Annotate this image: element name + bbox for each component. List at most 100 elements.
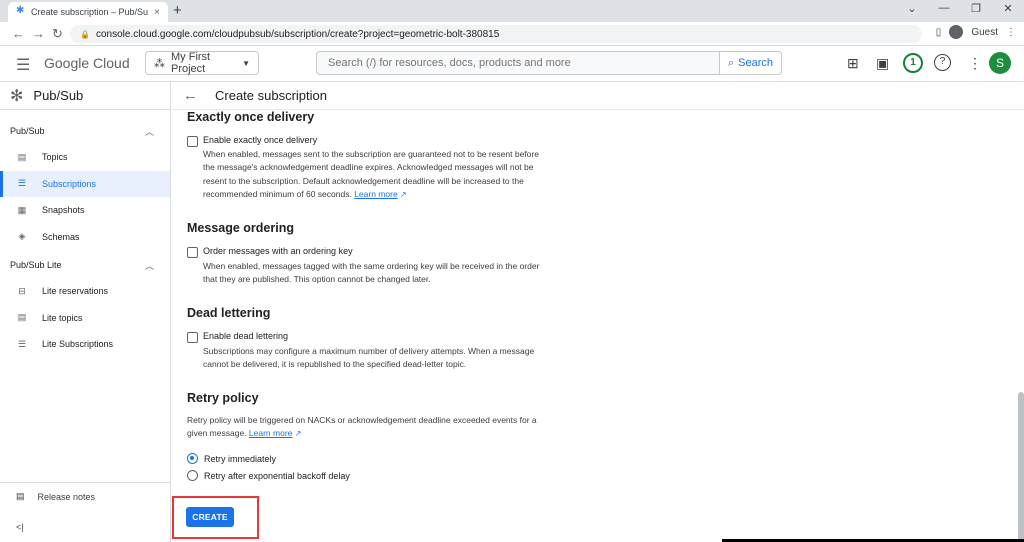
console-header: ☰ Google Cloud ⁂ My First Project ▼ ⌕ Se… <box>0 46 1024 82</box>
learn-more-link[interactable]: Learn more <box>249 428 292 438</box>
radio-label: Retry immediately <box>204 453 277 464</box>
exactly-once-checkbox[interactable] <box>187 136 198 147</box>
retry-immediately-radio[interactable] <box>187 453 198 464</box>
chrome-toolbar-right: ▯ Guest ⋮ <box>936 25 1016 39</box>
sidebar-item-lite-subscriptions[interactable]: ☰ Lite Subscriptions <box>0 331 170 358</box>
search-button[interactable]: ⌕ Search <box>720 51 782 75</box>
schema-icon: ◈ <box>18 231 26 242</box>
sidebar-item-label: Snapshots <box>42 205 85 216</box>
sidebar-item-schemas[interactable]: ◈ Schemas <box>0 224 170 251</box>
cloud-shell-icon[interactable]: ▣ <box>876 55 889 72</box>
list-icon: ☰ <box>17 178 27 189</box>
restore-icon[interactable]: ❐ <box>960 2 992 20</box>
window-controls: ⌄ — ❐ ✕ <box>896 2 1024 20</box>
sidebar-item-label: Topics <box>42 152 68 163</box>
reload-icon[interactable]: ↻ <box>52 26 63 42</box>
forward-icon[interactable]: → <box>32 26 45 41</box>
notifications-badge[interactable]: 1 <box>903 53 923 73</box>
guest-label[interactable]: Guest <box>971 27 998 38</box>
exactly-once-checkbox-row[interactable]: Enable exactly once delivery <box>187 135 317 147</box>
exactly-once-title: Exactly once delivery <box>187 110 315 124</box>
reservation-icon: ⊟ <box>18 285 26 296</box>
browser-address-bar: ← → ↻ 🔒 console.cloud.google.com/cloudpu… <box>0 22 1024 46</box>
tab-search-icon[interactable]: ⌄ <box>896 2 928 20</box>
close-window-icon[interactable]: ✕ <box>992 2 1024 20</box>
dead-lettering-checkbox-row[interactable]: Enable dead lettering <box>187 331 288 343</box>
retry-immediately-option[interactable]: Retry immediately <box>187 453 276 464</box>
user-avatar[interactable]: S <box>989 52 1011 74</box>
release-notes-label: Release notes <box>37 491 96 502</box>
dead-lettering-checkbox[interactable] <box>187 332 198 343</box>
caret-down-icon: ▼ <box>242 58 250 68</box>
back-arrow-icon[interactable]: ← <box>183 87 198 104</box>
sidebar-item-lite-reservations[interactable]: ⊟ Lite reservations <box>0 278 170 305</box>
retry-policy-title: Retry policy <box>187 391 259 405</box>
new-tab-button[interactable]: + <box>173 2 182 19</box>
external-link-icon: ↗ <box>400 190 407 200</box>
product-header: ✻ Pub/Sub <box>0 82 170 110</box>
collapse-sidebar-icon[interactable]: <| <box>16 522 24 532</box>
sidebar-item-label: Lite Subscriptions <box>42 339 114 350</box>
chevron-up-icon: ︿ <box>144 126 154 137</box>
chrome-menu-icon[interactable]: ⋮ <box>1006 27 1016 38</box>
page-title: Create subscription <box>215 88 327 103</box>
snapshot-icon: ▦ <box>17 204 27 215</box>
browser-tab-bar: Create subscription – Pub/Sub – × + ⌄ — … <box>0 0 1024 22</box>
sidebar-item-label: Lite reservations <box>42 286 109 297</box>
tab-close-icon[interactable]: × <box>154 7 160 18</box>
project-picker[interactable]: ⁂ My First Project ▼ <box>145 51 259 75</box>
hamburger-menu-icon[interactable]: ☰ <box>16 55 30 75</box>
search-button-label: Search <box>738 57 774 69</box>
topic-icon: ▤ <box>17 151 27 162</box>
sidebar-item-label: Subscriptions <box>42 178 97 189</box>
project-name: My First Project <box>171 51 211 75</box>
main-content: ← Create subscription Exactly once deliv… <box>172 82 1024 542</box>
section-title: Pub/Sub <box>10 126 45 136</box>
message-ordering-title: Message ordering <box>187 221 294 235</box>
tab-title: Create subscription – Pub/Sub – <box>31 7 149 17</box>
message-ordering-checkbox-row[interactable]: Order messages with an ordering key <box>187 246 353 258</box>
help-icon[interactable]: ? <box>934 54 951 71</box>
sidebar: ✻ Pub/Sub Pub/Sub ︿ ▤ Topics ☰ Subscript… <box>0 82 171 542</box>
chevron-up-icon: ︿ <box>144 260 154 271</box>
section-title: Pub/Sub Lite <box>10 260 62 270</box>
sidebar-item-snapshots[interactable]: ▦ Snapshots <box>0 197 170 224</box>
message-ordering-checkbox[interactable] <box>187 247 198 258</box>
more-options-icon[interactable]: ⋮ <box>968 55 982 72</box>
release-notes-link[interactable]: ▤ Release notes <box>0 482 170 510</box>
dead-lettering-description: Subscriptions may configure a maximum nu… <box>203 346 535 370</box>
sidebar-item-subscriptions[interactable]: ☰ Subscriptions <box>0 170 170 197</box>
retry-backoff-radio[interactable] <box>187 470 198 481</box>
retry-policy-description-text: Retry policy will be triggered on NACKs … <box>187 415 537 439</box>
retry-backoff-option[interactable]: Retry after exponential backoff delay <box>187 470 350 481</box>
logo-google-text: Google <box>44 55 90 71</box>
back-icon[interactable]: ← <box>12 26 25 41</box>
browser-tab[interactable]: Create subscription – Pub/Sub – × <box>8 2 168 22</box>
guest-avatar-icon[interactable] <box>949 25 964 39</box>
project-icon: ⁂ <box>154 57 165 70</box>
learn-more-link[interactable]: Learn more <box>354 189 397 199</box>
page-header: ← Create subscription <box>172 82 1024 110</box>
sidebar-item-lite-topics[interactable]: ▤ Lite topics <box>0 305 170 332</box>
exactly-once-description: When enabled, messages sent to the subsc… <box>203 148 543 202</box>
sidebar-item-topics[interactable]: ▤ Topics <box>0 144 170 171</box>
search-input[interactable] <box>328 57 719 69</box>
minimize-icon[interactable]: — <box>928 2 960 20</box>
search-box[interactable] <box>316 51 720 75</box>
scrollbar[interactable] <box>1018 392 1024 542</box>
side-panel-icon[interactable]: ▯ <box>936 27 942 38</box>
product-title: Pub/Sub <box>33 88 84 103</box>
create-button[interactable]: CREATE <box>186 507 234 527</box>
url-bar[interactable]: 🔒 console.cloud.google.com/cloudpubsub/s… <box>70 25 922 43</box>
pubsub-icon: ✻ <box>10 87 24 105</box>
gift-icon[interactable]: ⊞ <box>847 55 859 72</box>
google-cloud-logo[interactable]: Google Cloud <box>44 55 130 71</box>
url-text: console.cloud.google.com/cloudpubsub/sub… <box>95 28 500 40</box>
logo-cloud-text: Cloud <box>93 55 130 71</box>
list-icon: ☰ <box>17 338 27 349</box>
external-link-icon: ↗ <box>294 429 302 439</box>
sidebar-section-pubsub-lite[interactable]: Pub/Sub Lite ︿ <box>0 252 170 278</box>
lock-icon: 🔒 <box>80 29 90 39</box>
retry-policy-description: Retry policy will be triggered on NACKs … <box>187 414 537 441</box>
sidebar-section-pubsub[interactable]: Pub/Sub ︿ <box>0 118 170 144</box>
